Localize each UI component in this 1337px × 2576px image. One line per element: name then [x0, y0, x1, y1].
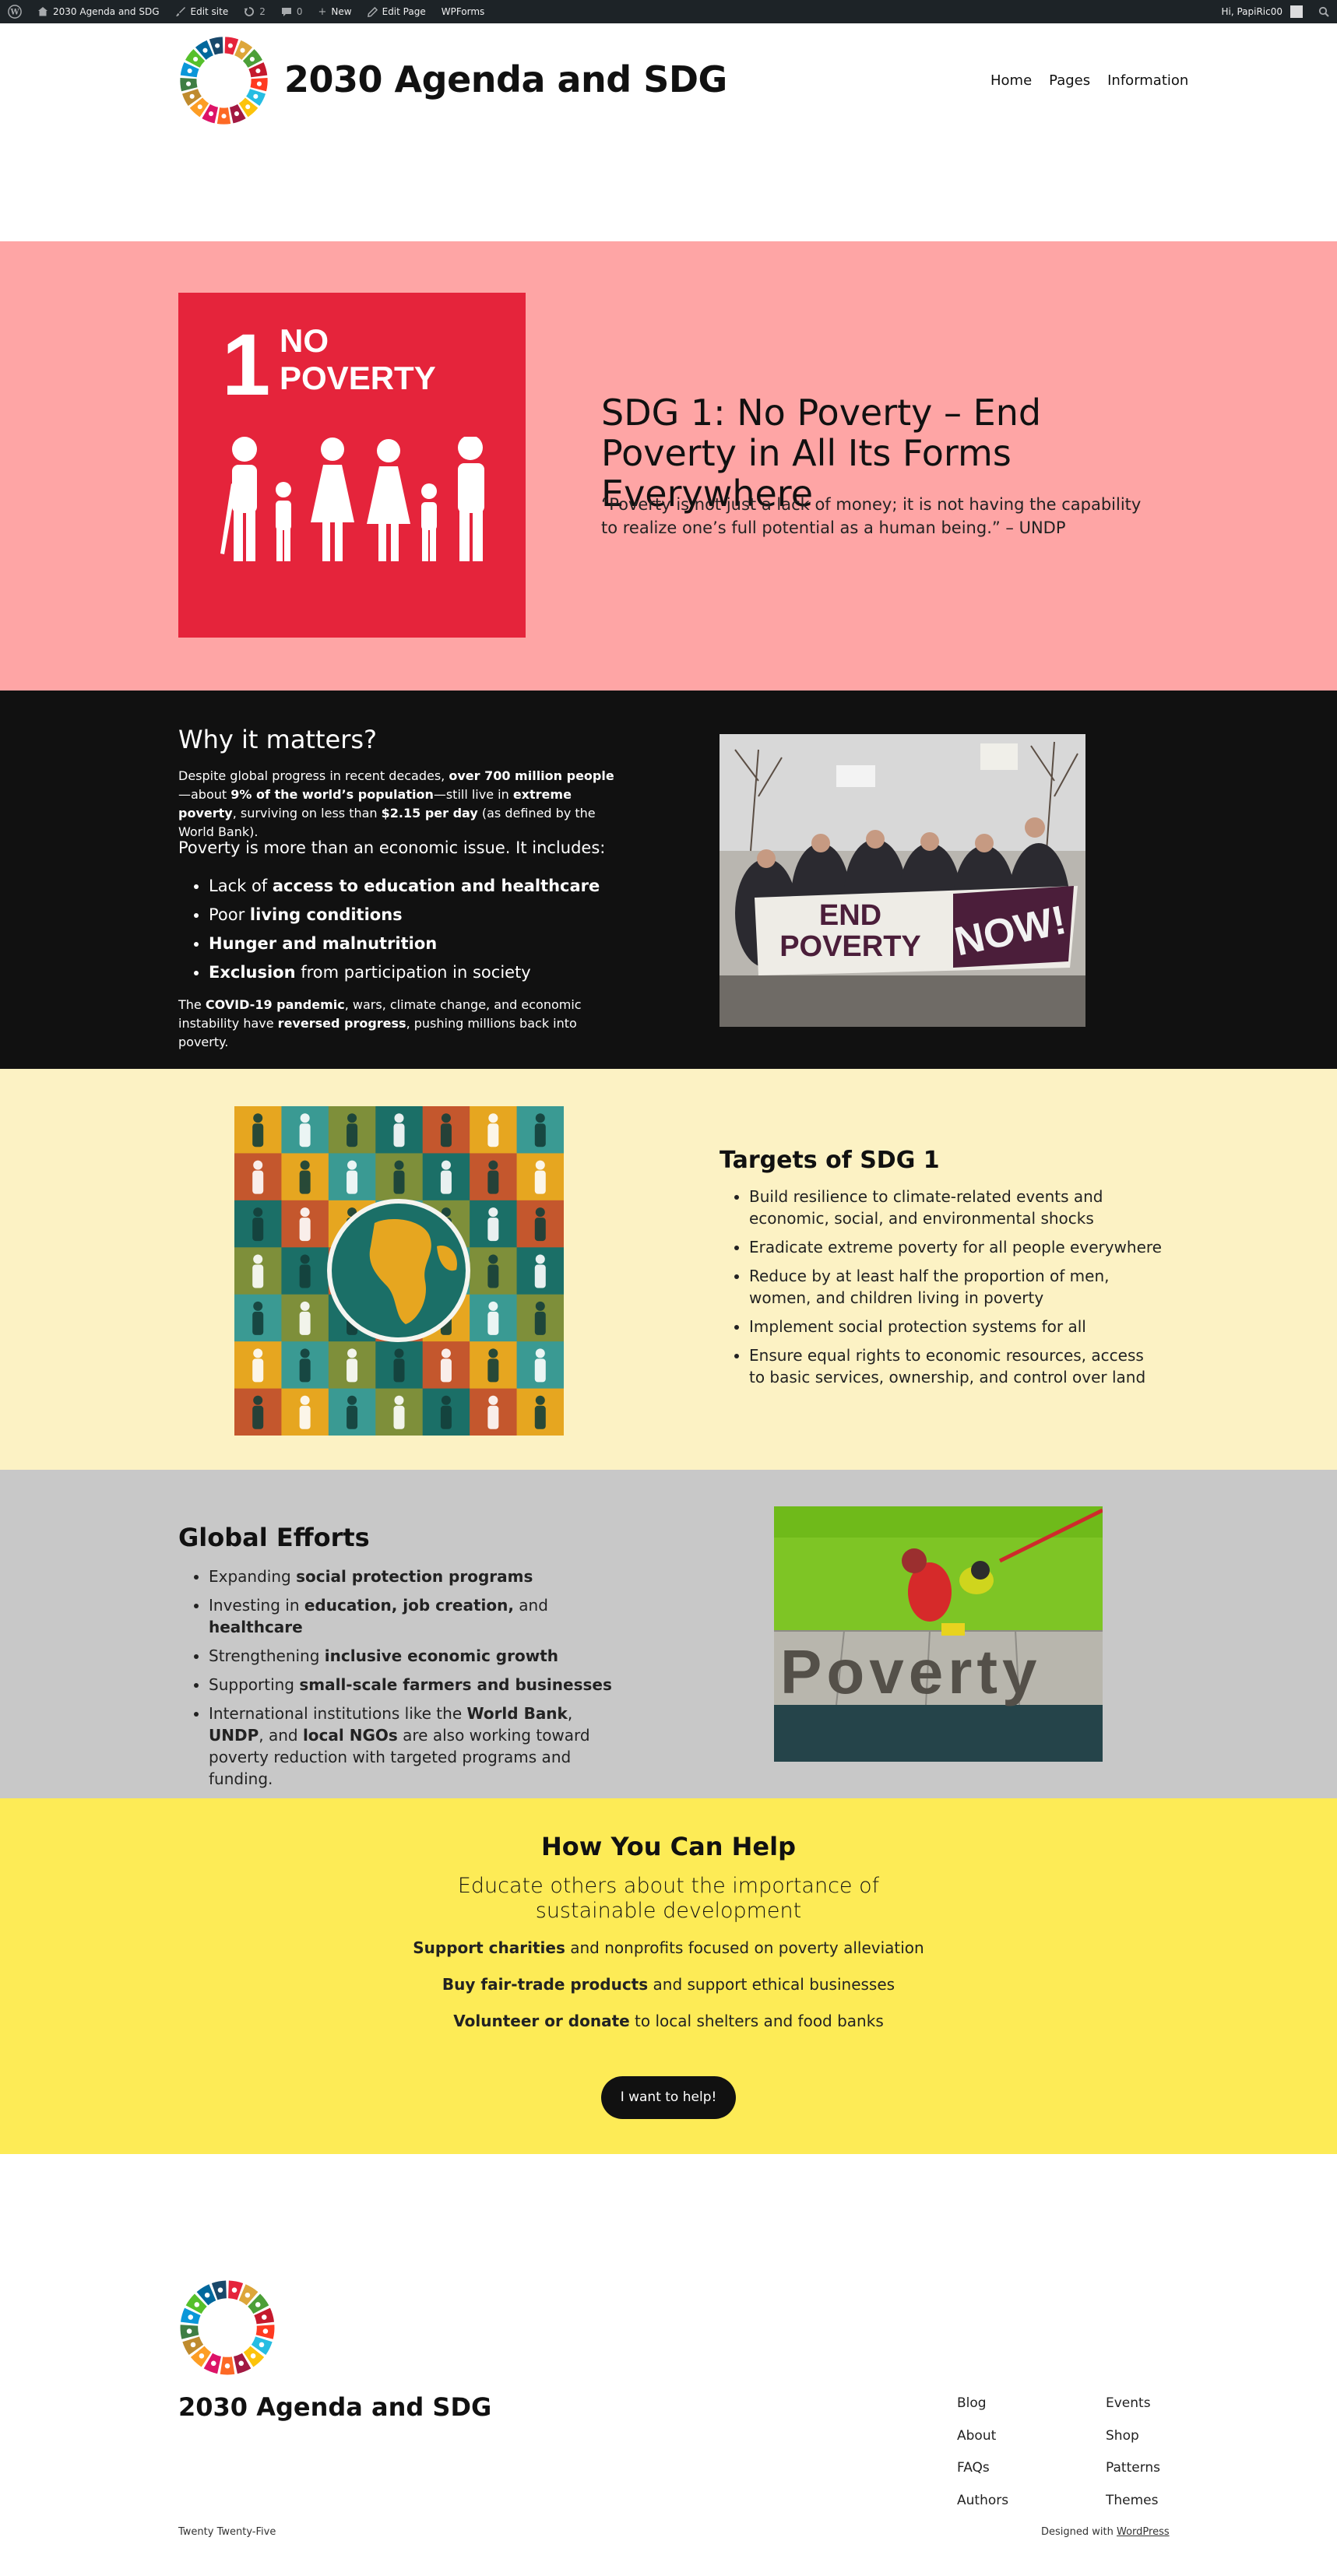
targets-section: Targets of SDG 1 Build resilience to cli… — [0, 1069, 1337, 1470]
list-item: Investing in education, job creation, an… — [209, 1594, 614, 1638]
tile-number: 1 — [222, 316, 271, 413]
global-list: Expanding social protection programs Inv… — [209, 1566, 614, 1797]
updates-icon — [244, 7, 255, 16]
footer-link-about[interactable]: About — [957, 2420, 1008, 2453]
list-item: Supporting small-scale farmers and busin… — [209, 1674, 614, 1696]
pencil-icon — [367, 6, 378, 17]
comments-button[interactable]: 0 — [273, 0, 311, 23]
edit-site-button[interactable]: Edit site — [167, 0, 237, 23]
list-item: Eradicate extreme poverty for all people… — [749, 1236, 1162, 1258]
admin-site-name-label: 2030 Agenda and SDG — [53, 6, 160, 17]
edit-page-label: Edit Page — [382, 6, 426, 17]
home-icon — [38, 7, 47, 16]
new-content-button[interactable]: + New — [311, 0, 360, 23]
admin-site-name[interactable]: 2030 Agenda and SDG — [30, 0, 167, 23]
why-it-matters-section: Why it matters? Despite global progress … — [0, 691, 1337, 1069]
admin-bar: W 2030 Agenda and SDG Edit site 2 0 + Ne… — [0, 0, 1337, 23]
footer-site-title[interactable]: 2030 Agenda and SDG — [178, 2392, 491, 2422]
why-paragraph-1: Despite global progress in recent decade… — [178, 768, 614, 839]
main-navigation: Home Pages Information — [990, 72, 1188, 89]
why-list: Lack of access to education and healthca… — [209, 872, 600, 987]
family-icon — [220, 437, 484, 561]
hero-section: 1 NO POVERTY SDG 1: No Poverty – End Pov… — [0, 241, 1337, 691]
search-icon — [1318, 6, 1329, 17]
avatar — [1290, 5, 1303, 18]
site-header: 2030 Agenda and SDG Home Pages Informati… — [0, 23, 1337, 241]
how-you-can-help-section: How You Can Help Educate others about th… — [0, 1798, 1337, 2154]
wpforms-button[interactable]: WPForms — [434, 0, 493, 23]
list-item: Strengthening inclusive economic growth — [209, 1645, 614, 1667]
global-efforts-section: Global Efforts Expanding social protecti… — [0, 1470, 1337, 1798]
sdg-wheel-logo[interactable] — [178, 35, 269, 126]
comments-count: 0 — [296, 6, 303, 17]
footer-credit: Designed with WordPress — [1041, 2526, 1170, 2538]
updates-button[interactable]: 2 — [236, 0, 273, 23]
poverty-word: Poverty — [780, 1637, 1041, 1706]
help-line-charities: Support charities and nonprofits focused… — [413, 1938, 924, 1957]
help-line-fair-trade: Buy fair-trade products and support ethi… — [442, 1975, 895, 1994]
footer-link-patterns[interactable]: Patterns — [1106, 2452, 1160, 2485]
wpforms-label: WPForms — [441, 6, 485, 17]
end-poverty-march-photo: END POVERTY NOW! — [720, 734, 1085, 1027]
nav-item-information[interactable]: Information — [1107, 72, 1188, 89]
list-item: Reduce by at least half the proportion o… — [749, 1265, 1162, 1309]
list-item: Build resilience to climate-related even… — [749, 1186, 1162, 1229]
hero-quote: “Poverty is not just a lack of money; it… — [601, 495, 1142, 537]
plus-icon: + — [318, 5, 327, 18]
tile-label-line1: NO — [280, 322, 329, 359]
footer-link-faqs[interactable]: FAQs — [957, 2452, 1008, 2485]
footer-link-authors[interactable]: Authors — [957, 2485, 1008, 2518]
list-item: Implement social protection systems for … — [749, 1316, 1162, 1337]
new-label: New — [331, 6, 352, 17]
site-footer: 2030 Agenda and SDG Blog About FAQs Auth… — [0, 2154, 1337, 2576]
footer-link-blog[interactable]: Blog — [957, 2388, 1008, 2420]
tile-label-line2: POVERTY — [280, 360, 436, 396]
list-item: Lack of access to education and healthca… — [209, 872, 600, 901]
list-item: Exclusion from participation in society — [209, 958, 600, 987]
sdg1-mosaic-illustration — [234, 1106, 564, 1436]
footer-link-themes[interactable]: Themes — [1106, 2485, 1160, 2518]
wordpress-logo-button[interactable]: W — [0, 0, 30, 23]
edit-page-button[interactable]: Edit Page — [360, 0, 434, 23]
why-heading: Why it matters? — [178, 725, 378, 754]
updates-count: 2 — [259, 6, 266, 17]
nav-item-home[interactable]: Home — [990, 72, 1032, 89]
comment-icon — [281, 8, 291, 16]
list-item: Hunger and malnutrition — [209, 930, 600, 958]
banner-poverty-text: POVERTY — [779, 930, 921, 963]
svg-text:W: W — [9, 9, 19, 17]
site-title[interactable]: 2030 Agenda and SDG — [284, 58, 727, 100]
list-item: Expanding social protection programs — [209, 1566, 614, 1587]
my-account-button[interactable]: Hi, PapiRic00 — [1213, 0, 1311, 23]
help-heading: How You Can Help — [541, 1832, 796, 1861]
wordpress-link[interactable]: WordPress — [1117, 2526, 1170, 2538]
brush-icon — [175, 7, 185, 16]
footer-theme-name: Twenty Twenty-Five — [178, 2526, 276, 2538]
help-line-volunteer: Volunteer or donate to local shelters an… — [453, 2012, 884, 2030]
banner-end-text: END — [819, 899, 881, 932]
sdg1-no-poverty-tile: 1 NO POVERTY — [178, 293, 526, 638]
footer-links-column-1: Blog About FAQs Authors — [957, 2388, 1008, 2517]
edit-site-label: Edit site — [190, 6, 229, 17]
help-subheading: Educate others about the importance of s… — [457, 1874, 880, 1923]
footer-link-shop[interactable]: Shop — [1106, 2420, 1160, 2453]
targets-list: Build resilience to climate-related even… — [749, 1186, 1162, 1395]
admin-search-button[interactable] — [1311, 0, 1337, 23]
list-item: Poor living conditions — [209, 901, 600, 930]
sdg-wheel-logo-footer[interactable] — [178, 2279, 276, 2377]
why-paragraph-3: The COVID-19 pandemic, wars, climate cha… — [178, 997, 582, 1049]
poverty-street-art-image: Poverty — [774, 1506, 1103, 1762]
i-want-to-help-button[interactable]: I want to help! — [601, 2076, 736, 2119]
nav-item-pages[interactable]: Pages — [1049, 72, 1090, 89]
footer-link-events[interactable]: Events — [1106, 2388, 1160, 2420]
global-heading: Global Efforts — [178, 1523, 370, 1552]
tile-label: NO POVERTY — [280, 322, 436, 397]
wordpress-icon: W — [8, 5, 22, 19]
why-paragraph-2: Poverty is more than an economic issue. … — [178, 838, 606, 857]
footer-links-column-2: Events Shop Patterns Themes — [1106, 2388, 1160, 2517]
list-item: Ensure equal rights to economic resource… — [749, 1344, 1162, 1388]
greeting-label: Hi, PapiRic00 — [1221, 6, 1282, 17]
list-item: International institutions like the Worl… — [209, 1703, 614, 1790]
targets-heading: Targets of SDG 1 — [720, 1147, 940, 1174]
